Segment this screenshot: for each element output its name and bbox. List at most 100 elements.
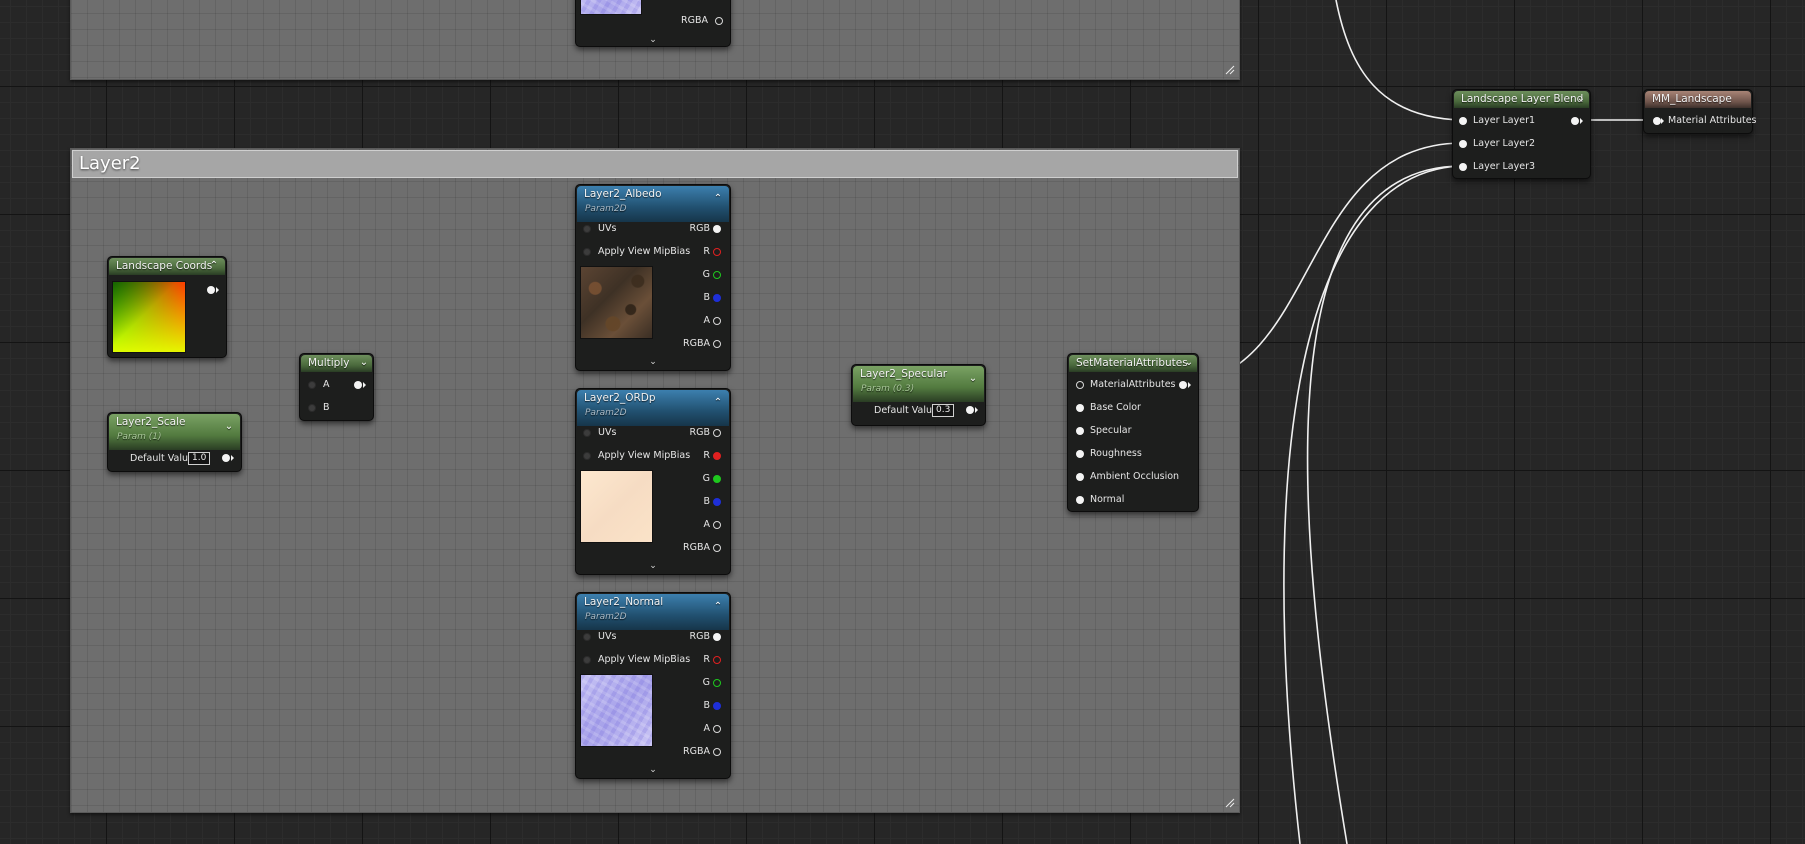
node-landscape-layer-blend[interactable]: Landscape Layer Blend ⌄ Layer Layer1 Lay… — [1452, 89, 1591, 179]
pin-mipbias[interactable] — [583, 452, 591, 460]
pin-rgba-label: RGBA — [683, 542, 710, 553]
chevron-down-icon[interactable]: ⌄ — [224, 420, 234, 434]
node-layer2-ordp[interactable]: Layer2_ORDp Param2D ⌃ UVs Apply View Mip… — [575, 388, 731, 575]
pin-mipbias[interactable] — [583, 248, 591, 256]
pin-roughness[interactable] — [1076, 450, 1084, 458]
resize-grip-icon[interactable] — [1225, 65, 1235, 75]
pin-label: Material Attributes — [1668, 115, 1757, 126]
pin-uvs[interactable] — [583, 429, 591, 437]
pin-arrow — [216, 287, 219, 293]
pin-label: Layer Layer3 — [1473, 161, 1536, 172]
node-header[interactable]: Landscape Coords ⌃ — [109, 258, 225, 275]
pin-uvs[interactable] — [583, 225, 591, 233]
pin-normal[interactable] — [1076, 496, 1084, 504]
pin-g[interactable] — [713, 679, 721, 687]
pin-b[interactable] — [713, 498, 721, 506]
node-layer2-scale[interactable]: Layer2_Scale Param (1) ⌄ Default Value 1… — [107, 412, 242, 472]
pin-ambient-occlusion[interactable] — [1076, 473, 1084, 481]
node-header[interactable]: Layer2_ORDp Param2D ⌃ — [577, 390, 729, 426]
chevron-up-icon[interactable]: ⌃ — [713, 600, 723, 614]
node-layer2-normal[interactable]: Layer2_Normal Param2D ⌃ UVs Apply View M… — [575, 592, 731, 779]
pin-layer3[interactable] — [1459, 163, 1467, 171]
node-header[interactable]: Layer2_Specular Param (0.3) ⌄ — [853, 366, 984, 402]
node-header[interactable]: Layer2_Scale Param (1) ⌄ — [109, 414, 240, 450]
node-subtitle: Param2D — [585, 408, 627, 418]
node-layer2-specular[interactable]: Layer2_Specular Param (0.3) ⌄ Default Va… — [851, 364, 986, 426]
chevron-down-icon[interactable]: ⌄ — [968, 372, 978, 386]
pin-a-label: A — [703, 519, 711, 530]
pin-g[interactable] — [713, 271, 721, 279]
pin-rgba[interactable] — [713, 340, 721, 348]
pin-material-attributes[interactable] — [1076, 381, 1084, 389]
node-header[interactable]: MM_Landscape — [1645, 91, 1751, 108]
pin-output[interactable] — [354, 381, 362, 389]
chevron-down-icon[interactable]: ⌄ — [648, 765, 658, 775]
pin-b-label: B — [323, 402, 330, 413]
pin-rgb[interactable] — [713, 225, 721, 233]
chevron-down-icon[interactable]: ⌄ — [1184, 356, 1194, 370]
pin-base-color[interactable] — [1076, 404, 1084, 412]
pin-rgba[interactable] — [715, 17, 723, 25]
chevron-up-icon[interactable]: ⌃ — [713, 192, 723, 206]
resize-grip-icon[interactable] — [1225, 798, 1235, 808]
pin-rgba-label: RGBA — [683, 746, 710, 757]
node-title: Layer2_Albedo — [584, 188, 662, 200]
chevron-down-icon[interactable]: ⌄ — [648, 35, 658, 45]
pin-g[interactable] — [713, 475, 721, 483]
node-set-material-attributes[interactable]: SetMaterialAttributes ⌄ MaterialAttribut… — [1067, 353, 1199, 512]
chevron-up-icon[interactable]: ⌃ — [713, 396, 723, 410]
pin-layer1[interactable] — [1459, 117, 1467, 125]
pin-mipbias[interactable] — [583, 656, 591, 664]
texture-preview — [580, 674, 653, 747]
pin-a[interactable] — [713, 725, 721, 733]
comment-title[interactable]: Layer2 — [72, 150, 1238, 178]
pin-output[interactable] — [1179, 381, 1187, 389]
pin-layer2[interactable] — [1459, 140, 1467, 148]
pin-rgba[interactable] — [713, 748, 721, 756]
texture-preview — [580, 0, 642, 15]
pin-r[interactable] — [713, 452, 721, 460]
pin-a[interactable] — [713, 521, 721, 529]
node-multiply[interactable]: Multiply ⌄ A B — [299, 353, 374, 421]
pin-b[interactable] — [308, 404, 316, 412]
pin-rgba[interactable] — [713, 544, 721, 552]
node-texture-partial[interactable]: RGBA ⌄ — [575, 0, 731, 47]
pin-uvs[interactable] — [583, 633, 591, 641]
pin-material-attributes[interactable] — [1653, 117, 1661, 125]
chevron-down-icon[interactable]: ⌄ — [648, 357, 658, 367]
pin-r[interactable] — [713, 656, 721, 664]
node-header[interactable]: SetMaterialAttributes ⌄ — [1069, 355, 1197, 372]
pin-output[interactable] — [966, 406, 974, 414]
pin-r[interactable] — [713, 248, 721, 256]
pin-a[interactable] — [713, 317, 721, 325]
node-landscape-coords[interactable]: Landscape Coords ⌃ — [107, 256, 227, 358]
wire-bottom-to-layer3b — [1283, 165, 1463, 844]
pin-mipbias-label: Apply View MipBias — [598, 246, 691, 257]
pin-specular[interactable] — [1076, 427, 1084, 435]
node-header[interactable]: Multiply ⌄ — [301, 355, 372, 372]
chevron-up-icon[interactable]: ⌃ — [209, 259, 219, 273]
node-layer2-albedo[interactable]: Layer2_Albedo Param2D ⌃ UVs Apply View M… — [575, 184, 731, 371]
pin-output[interactable] — [222, 454, 230, 462]
node-header[interactable]: Landscape Layer Blend ⌄ — [1454, 91, 1589, 108]
pin-rgb[interactable] — [713, 429, 721, 437]
node-header[interactable]: Layer2_Albedo Param2D ⌃ — [577, 186, 729, 222]
pin-label: Layer Layer1 — [1473, 115, 1536, 126]
pin-a[interactable] — [308, 381, 316, 389]
node-mm-landscape[interactable]: MM_Landscape Material Attributes — [1643, 89, 1757, 134]
default-value-input[interactable]: 0.3 — [932, 404, 955, 417]
default-value-input[interactable]: 1.0 — [188, 452, 211, 465]
pin-b[interactable] — [713, 702, 721, 710]
pin-output[interactable] — [207, 286, 215, 294]
default-value-label: Default Value — [874, 405, 938, 416]
chevron-down-icon[interactable]: ⌄ — [1576, 92, 1586, 106]
coords-preview — [112, 281, 186, 353]
pin-b-label: B — [703, 292, 710, 303]
chevron-down-icon[interactable]: ⌄ — [359, 356, 369, 370]
chevron-down-icon[interactable]: ⌄ — [648, 561, 658, 571]
pin-rgb[interactable] — [713, 633, 721, 641]
texture-preview — [580, 266, 653, 339]
pin-output[interactable] — [1571, 117, 1579, 125]
pin-b[interactable] — [713, 294, 721, 302]
node-header[interactable]: Layer2_Normal Param2D ⌃ — [577, 594, 729, 630]
